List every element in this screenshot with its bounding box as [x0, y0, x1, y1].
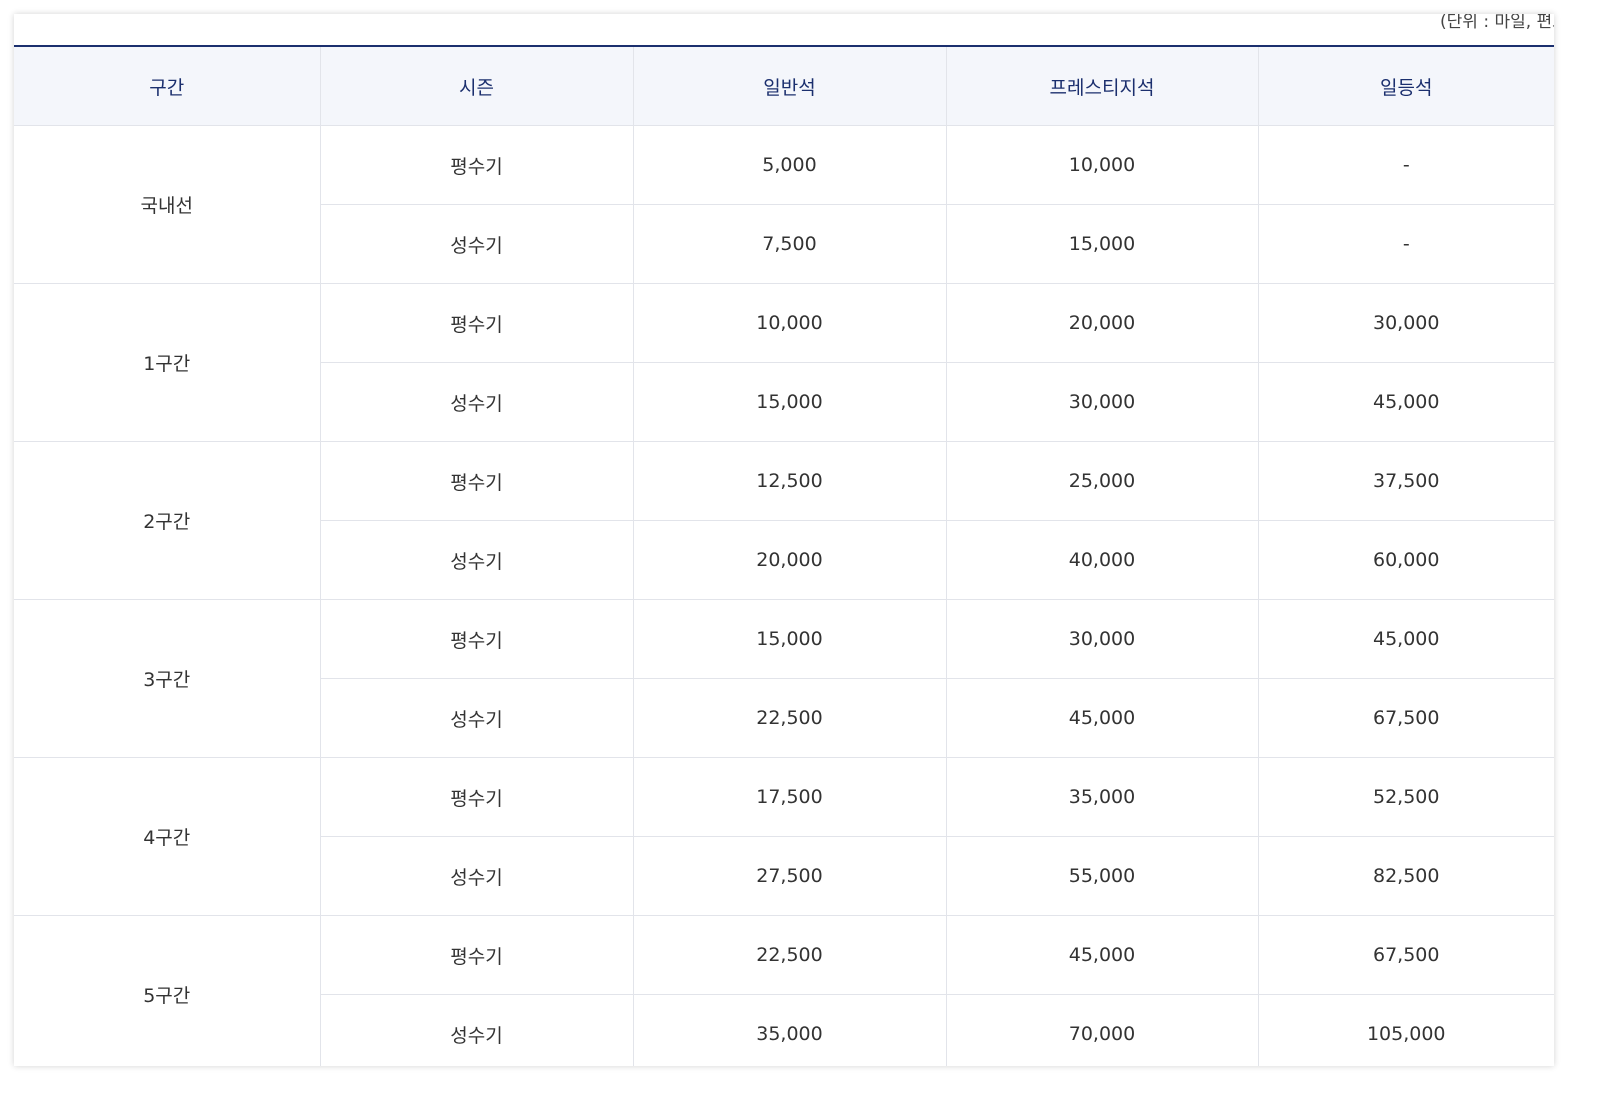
economy-cell: 10,000	[632, 283, 946, 363]
season-cell: 성수기	[319, 362, 633, 442]
header-prestige: 프레스티지석	[945, 46, 1258, 126]
prestige-cell: 20,000	[945, 283, 1258, 363]
table-row: 3구간 평수기 15,000 30,000 45,000	[14, 599, 1554, 758]
season-cell: 평수기	[319, 283, 633, 363]
table-row: 2구간 평수기 12,500 25,000 37,500	[14, 441, 1554, 600]
first-class-cell: 105,000	[1257, 994, 1554, 1066]
economy-cell: 22,500	[632, 678, 946, 758]
prestige-cell: 45,000	[945, 678, 1258, 758]
prestige-cell: 25,000	[945, 441, 1258, 521]
mileage-table-panel: (단위 : 마일, 편도 구간 시즌 일반석 프레스티지석 일등석 국내선 평수…	[14, 14, 1554, 1066]
header-economy: 일반석	[632, 46, 946, 126]
season-cell: 평수기	[319, 125, 633, 205]
first-class-cell: 67,500	[1257, 915, 1554, 995]
first-class-cell: -	[1257, 125, 1554, 205]
prestige-cell: 70,000	[945, 994, 1258, 1066]
prestige-cell: 30,000	[945, 599, 1258, 679]
prestige-cell: 45,000	[945, 915, 1258, 995]
mileage-award-table: 구간 시즌 일반석 프레스티지석 일등석 국내선 평수기 5,000 10,00…	[14, 45, 1554, 1066]
section-cell: 1구간	[14, 283, 320, 442]
table-row: 1구간 평수기 10,000 20,000 30,000	[14, 283, 1554, 442]
section-cell: 5구간	[14, 915, 320, 1066]
economy-cell: 35,000	[632, 994, 946, 1066]
first-class-cell: 30,000	[1257, 283, 1554, 363]
season-cell: 평수기	[319, 757, 633, 837]
season-cell: 평수기	[319, 441, 633, 521]
prestige-cell: 10,000	[945, 125, 1258, 205]
economy-cell: 20,000	[632, 520, 946, 600]
table-row: 5구간 평수기 22,500 45,000 67,500	[14, 915, 1554, 1066]
prestige-cell: 55,000	[945, 836, 1258, 916]
first-class-cell: 37,500	[1257, 441, 1554, 521]
economy-cell: 5,000	[632, 125, 946, 205]
section-cell: 3구간	[14, 599, 320, 758]
economy-cell: 7,500	[632, 204, 946, 284]
header-section: 구간	[14, 46, 320, 126]
first-class-cell: 52,500	[1257, 757, 1554, 837]
economy-cell: 12,500	[632, 441, 946, 521]
season-cell: 평수기	[319, 915, 633, 995]
table-header-row: 구간 시즌 일반석 프레스티지석 일등석	[14, 46, 1554, 126]
prestige-cell: 15,000	[945, 204, 1258, 284]
season-cell: 성수기	[319, 994, 633, 1066]
economy-cell: 15,000	[632, 362, 946, 442]
section-cell: 2구간	[14, 441, 320, 600]
prestige-cell: 35,000	[945, 757, 1258, 837]
unit-note: (단위 : 마일, 편도	[1440, 14, 1554, 32]
header-season: 시즌	[319, 46, 633, 126]
header-first-class: 일등석	[1257, 46, 1554, 126]
economy-cell: 15,000	[632, 599, 946, 679]
economy-cell: 17,500	[632, 757, 946, 837]
section-cell: 4구간	[14, 757, 320, 916]
prestige-cell: 40,000	[945, 520, 1258, 600]
first-class-cell: 67,500	[1257, 678, 1554, 758]
prestige-cell: 30,000	[945, 362, 1258, 442]
first-class-cell: 45,000	[1257, 362, 1554, 442]
economy-cell: 27,500	[632, 836, 946, 916]
table-row: 4구간 평수기 17,500 35,000 52,500	[14, 757, 1554, 916]
economy-cell: 22,500	[632, 915, 946, 995]
first-class-cell: 45,000	[1257, 599, 1554, 679]
season-cell: 성수기	[319, 836, 633, 916]
season-cell: 성수기	[319, 204, 633, 284]
season-cell: 평수기	[319, 599, 633, 679]
section-cell: 국내선	[14, 125, 320, 284]
season-cell: 성수기	[319, 520, 633, 600]
season-cell: 성수기	[319, 678, 633, 758]
first-class-cell: 82,500	[1257, 836, 1554, 916]
first-class-cell: 60,000	[1257, 520, 1554, 600]
first-class-cell: -	[1257, 204, 1554, 284]
table-row: 국내선 평수기 5,000 10,000 -	[14, 125, 1554, 284]
